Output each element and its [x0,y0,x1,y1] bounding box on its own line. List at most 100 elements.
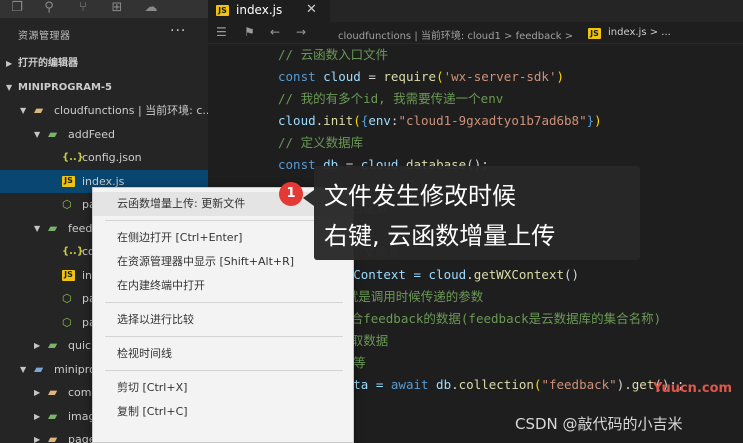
watermark-yuucn: Yuucn.com [653,381,733,396]
code-token: const [278,69,324,84]
chevron-right-icon[interactable]: ▶ [6,52,12,75]
menu-open-in-terminal[interactable]: 在内建终端中打开 [93,274,353,298]
chevron-down-icon[interactable]: ▼ [20,358,26,381]
code-line[interactable]: // 云函数入口文件 [278,44,388,66]
code-token: ) [556,69,565,84]
breadcrumb-path[interactable]: cloudfunctions | 当前环境: cloud1 > feedback… [338,27,573,42]
code-token: init [323,113,354,128]
code-token: } [586,113,595,128]
code-token: ) [594,113,602,128]
code-token: // 定义数据库 [278,135,364,150]
callout-line-1: 文件发生修改时候 [324,182,516,210]
chevron-down-icon[interactable]: ▼ [34,217,40,240]
back-arrow-icon[interactable]: ← [270,25,280,39]
chevron-right-icon[interactable]: ▶ [34,405,40,428]
breadcrumb-file[interactable]: index.js > ... [608,27,671,38]
tree-item[interactable]: ▼ ▰ addFeed [0,123,208,146]
js-file-icon: JS [216,5,229,16]
tree-item-label: MINIPROGRAM-5 [18,81,112,93]
tree-item-label: addFeed [68,127,115,141]
breadcrumb: ☰ ⚑ ← → cloudfunctions | 当前环境: cloud1 > … [208,22,743,44]
menu-separator [105,370,343,371]
code-line[interactable]: // 定义数据库 [278,132,363,154]
code-token: = [360,69,384,84]
js-file-icon: JS [62,269,75,281]
code-token: cloud [428,267,467,282]
code-token: cloud [323,69,361,84]
folder-icon: ▰ [34,103,44,117]
folder-icon: ▰ [48,408,58,423]
code-line[interactable]: const cloud = require('wx-server-sdk') [278,66,564,88]
menu-view-timeline[interactable]: 检视时间线 [93,342,353,366]
code-token: collection [458,377,534,392]
forward-arrow-icon[interactable]: → [296,25,306,39]
tab-label: index.js [236,3,283,17]
code-token: cloud [278,113,316,128]
watermark-csdn: CSDN @敲代码的小吉米 [515,415,683,433]
folder-icon: ▰ [48,338,58,352]
close-tab-icon[interactable]: ✕ [306,2,317,17]
explorer-title: 资源管理器 [18,31,71,42]
extensions-icon[interactable]: ⊞ [106,0,128,18]
chevron-down-icon[interactable]: ▼ [6,76,12,99]
code-token: 'wx-server-sdk' [443,69,557,84]
callout-line-2: 右键, 云函数增量上传 [324,222,556,250]
menu-select-for-compare[interactable]: 选择以进行比较 [93,308,353,332]
callout-pointer [303,190,314,206]
code-token: "feedback" [541,377,617,392]
node-package-icon: ⬡ [62,315,72,329]
cloud-icon[interactable]: ☁ [140,0,162,18]
code-token: ). [616,377,632,392]
code-line[interactable]: cloud.init({env:"cloud1-9gxadtyo1b7ad6b8… [278,110,602,132]
code-token: env [368,113,391,128]
more-actions-icon[interactable]: ··· [170,23,186,39]
explorer-section[interactable]: ▼ MINIPROGRAM-5 [0,76,208,99]
list-icon[interactable]: ☰ [216,25,227,39]
code-token: // 我的有多个id, 我需要传递一个env [278,91,504,106]
json-file-icon: {..} [62,152,84,163]
explorer-section[interactable]: ▶ 打开的编辑器 [0,52,208,75]
explorer-header: 资源管理器 ··· [0,18,208,48]
annotation-callout: 文件发生修改时候 右键, 云函数增量上传 [314,166,640,260]
folder-icon: ▰ [48,126,58,141]
menu-copy[interactable]: 复制 [Ctrl+C] [93,400,353,424]
menu-separator [105,302,343,303]
code-token: db [436,377,452,392]
code-token: "cloud1-9gxadtyo1b7ad6b8" [398,113,587,128]
code-token: getWXContext [473,267,564,282]
node-package-icon: ⬡ [62,292,72,305]
json-file-icon: {..} [62,246,84,257]
bookmark-icon[interactable]: ⚑ [244,25,255,39]
step-badge: 1 [279,182,303,206]
chevron-down-icon[interactable]: ▼ [20,99,26,122]
folder-icon: ▰ [34,361,44,376]
js-file-icon: JS [588,28,601,39]
code-token: ( [353,113,361,128]
search-icon[interactable]: ⚲ [38,0,60,18]
tree-item-label: config.json [82,151,142,164]
files-icon[interactable]: ❐ [6,0,28,18]
tab-index-js[interactable]: JS index.js ✕ [208,0,330,22]
code-token: . [451,377,459,392]
editor-tab-bar: JS index.js ✕ [208,0,743,22]
folder-icon: ▰ [48,385,58,399]
tree-item-label: cloudfunctions | 当前环境: c... [54,104,208,117]
menu-cut[interactable]: 剪切 [Ctrl+X] [93,376,353,400]
node-package-icon: ⬡ [62,198,72,211]
menu-separator [105,220,343,221]
tree-item-label: 打开的编辑器 [18,58,78,69]
chevron-right-icon[interactable]: ▶ [34,381,40,404]
tree-item[interactable]: {..} config.json [0,146,208,169]
code-token: await [390,377,437,392]
code-token: . [466,267,474,282]
chevron-right-icon[interactable]: ▶ [34,334,40,357]
tree-item[interactable]: ▼ ▰ cloudfunctions | 当前环境: c... [0,99,208,122]
code-token: // 云函数入口文件 [278,47,389,62]
code-line[interactable]: // 我的有多个id, 我需要传递一个env [278,88,503,110]
chevron-right-icon[interactable]: ▶ [34,428,40,443]
folder-icon: ▰ [48,432,58,443]
source-control-icon[interactable]: ⑂ [72,0,94,18]
code-token: get [631,377,655,392]
activity-bar: ❐ ⚲ ⑂ ⊞ ☁ [0,0,208,18]
chevron-down-icon[interactable]: ▼ [34,123,40,146]
